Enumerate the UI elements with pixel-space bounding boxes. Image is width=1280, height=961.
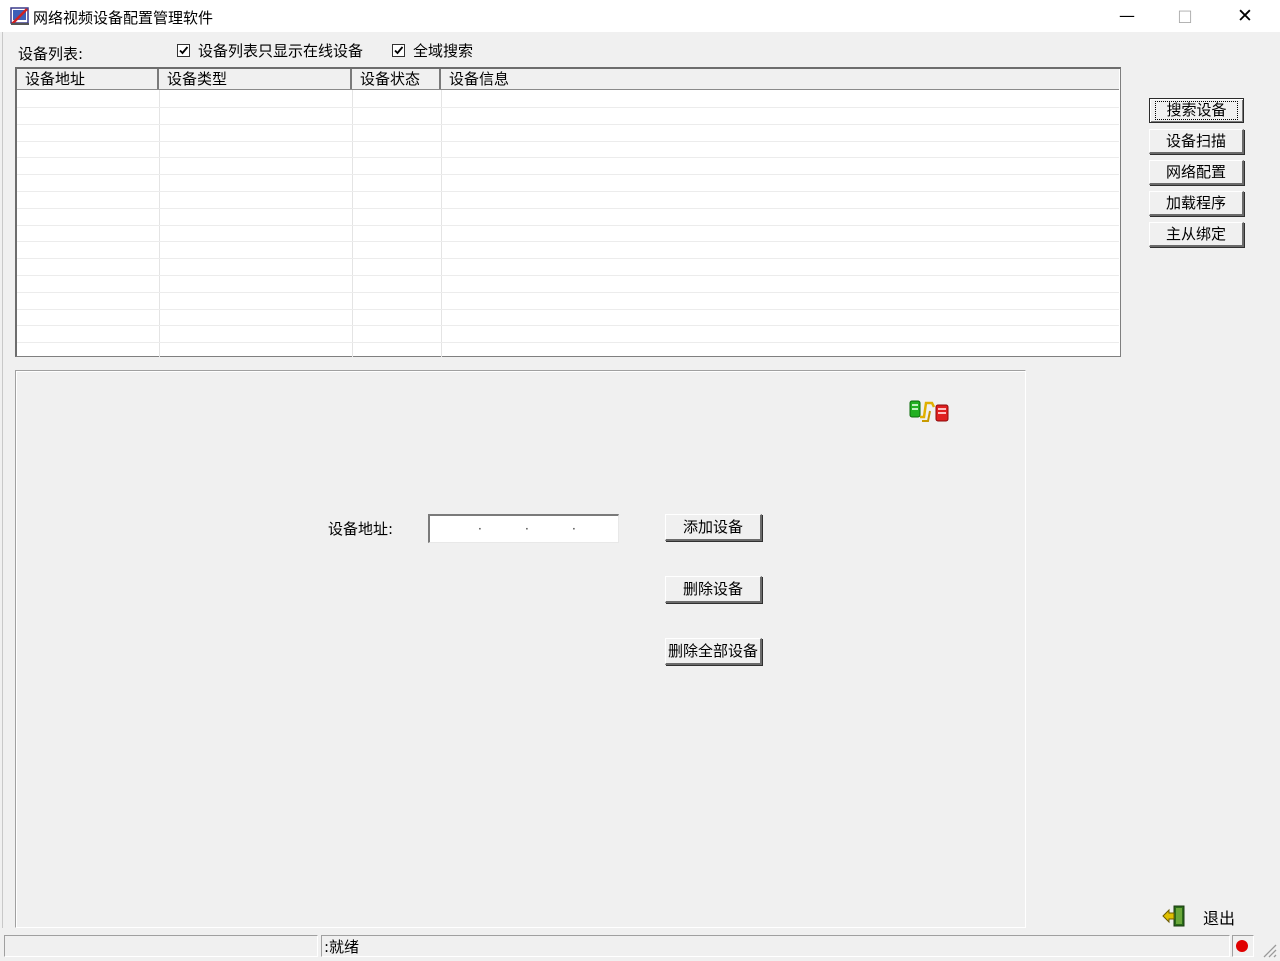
column-header-info[interactable]: 设备信息: [441, 69, 1119, 89]
table-row-line: [17, 141, 1119, 142]
status-text: :就绪: [324, 938, 360, 956]
table-column-line: [441, 90, 442, 357]
status-pane-main: [321, 935, 1230, 957]
status-bar: [0, 933, 1280, 961]
table-row-line: [17, 191, 1119, 192]
global-search-checkbox[interactable]: 全域搜索: [392, 40, 473, 60]
ip-separator: ·: [525, 522, 529, 536]
minimize-button[interactable]: —: [1098, 0, 1156, 32]
table-row-line: [17, 292, 1119, 293]
search-devices-button[interactable]: 搜索设备: [1149, 98, 1244, 123]
device-edit-panel: [15, 370, 1026, 928]
search-devices-label: 搜索设备: [1155, 101, 1238, 120]
table-row-line: [17, 157, 1119, 158]
table-row-line: [17, 325, 1119, 326]
ip-separator: ·: [572, 522, 576, 536]
table-column-line: [352, 90, 353, 357]
delete-device-button[interactable]: 删除设备: [665, 576, 762, 603]
master-slave-bind-button[interactable]: 主从绑定: [1149, 222, 1244, 247]
table-row-line: [17, 208, 1119, 209]
device-address-label: 设备地址:: [328, 520, 394, 538]
exit-button[interactable]: 退出: [1203, 905, 1235, 929]
add-device-button[interactable]: 添加设备: [665, 514, 762, 541]
column-header-address[interactable]: 设备地址: [17, 69, 159, 89]
network-connection-icon: [909, 400, 949, 422]
device-list-table[interactable]: 设备地址 设备类型 设备状态 设备信息: [15, 67, 1121, 357]
check-icon: [394, 45, 404, 54]
device-list-label: 设备列表:: [18, 45, 84, 63]
window-border: [2, 32, 3, 928]
network-config-button[interactable]: 网络配置: [1149, 160, 1244, 185]
table-column-line: [159, 90, 160, 357]
column-header-status[interactable]: 设备状态: [352, 69, 441, 89]
table-row-line: [17, 225, 1119, 226]
table-row-line: [17, 309, 1119, 310]
maximize-button[interactable]: □: [1156, 0, 1214, 32]
online-only-checkbox[interactable]: 设备列表只显示在线设备: [177, 40, 363, 60]
table-row-line: [17, 107, 1119, 108]
table-row-line: [17, 124, 1119, 125]
table-row-line: [17, 342, 1119, 343]
checkbox-box[interactable]: [177, 43, 190, 57]
delete-all-devices-button[interactable]: 删除全部设备: [665, 638, 762, 665]
table-row-line: [17, 258, 1119, 259]
table-row-line: [17, 241, 1119, 242]
online-only-label: 设备列表只显示在线设备: [198, 41, 364, 60]
window-title: 网络视频设备配置管理软件: [33, 9, 214, 27]
table-row-line: [17, 174, 1119, 175]
close-button[interactable]: ✕: [1216, 0, 1274, 32]
app-icon: [10, 7, 29, 25]
device-ip-input[interactable]: · · ·: [428, 514, 619, 543]
table-header: 设备地址 设备类型 设备状态 设备信息: [17, 69, 1119, 90]
exit-door-icon[interactable]: [1162, 905, 1186, 927]
global-search-label: 全域搜索: [413, 41, 474, 60]
ip-separator: ·: [478, 522, 482, 536]
checkbox-box[interactable]: [392, 43, 405, 57]
load-program-button[interactable]: 加载程序: [1149, 191, 1244, 216]
column-header-type[interactable]: 设备类型: [159, 69, 352, 89]
status-led-icon: [1236, 940, 1248, 952]
status-pane-left: [4, 935, 318, 957]
resize-grip-icon[interactable]: [1258, 939, 1278, 959]
table-row-line: [17, 275, 1119, 276]
check-icon: [179, 45, 189, 54]
scan-devices-button[interactable]: 设备扫描: [1149, 129, 1244, 154]
